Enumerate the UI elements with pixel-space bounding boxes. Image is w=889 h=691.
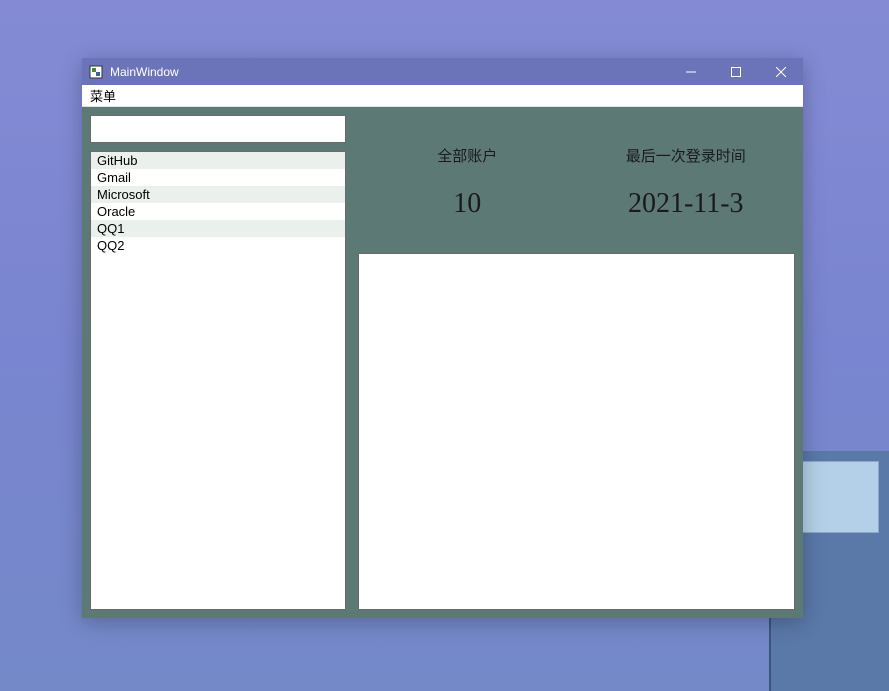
list-item[interactable]: GitHub (91, 152, 345, 169)
list-item[interactable]: QQ2 (91, 237, 345, 254)
detail-panel (358, 253, 795, 610)
close-button[interactable] (758, 58, 803, 85)
stat-lastlogin-label: 最后一次登录时间 (626, 145, 746, 166)
menu-main[interactable]: 菜单 (82, 84, 124, 107)
stats-row: 全部账户 10 最后一次登录时间 2021-11-3 (358, 115, 795, 245)
stat-total-accounts: 全部账户 10 (358, 115, 577, 245)
search-input[interactable] (90, 115, 346, 143)
window-controls (668, 58, 803, 85)
stat-total-label: 全部账户 (437, 145, 497, 166)
stat-total-value: 10 (453, 188, 481, 220)
app-icon (88, 64, 104, 80)
left-panel: GitHub Gmail Microsoft Oracle QQ1 QQ2 (90, 115, 346, 610)
list-item[interactable]: Oracle (91, 203, 345, 220)
list-item[interactable]: QQ1 (91, 220, 345, 237)
list-item[interactable]: Gmail (91, 169, 345, 186)
main-window: MainWindow 菜单 GitHub Gmail Microsoft Ora… (82, 58, 803, 618)
account-listbox[interactable]: GitHub Gmail Microsoft Oracle QQ1 QQ2 (90, 151, 346, 610)
window-title: MainWindow (110, 65, 668, 79)
menubar: 菜单 (82, 85, 803, 107)
list-item[interactable]: Microsoft (91, 186, 345, 203)
stat-lastlogin-value: 2021-11-3 (628, 188, 744, 220)
minimize-button[interactable] (668, 58, 713, 85)
stat-last-login: 最后一次登录时间 2021-11-3 (577, 115, 796, 245)
titlebar[interactable]: MainWindow (82, 58, 803, 85)
content-area: GitHub Gmail Microsoft Oracle QQ1 QQ2 全部… (82, 107, 803, 618)
right-panel: 全部账户 10 最后一次登录时间 2021-11-3 (358, 115, 795, 610)
maximize-button[interactable] (713, 58, 758, 85)
